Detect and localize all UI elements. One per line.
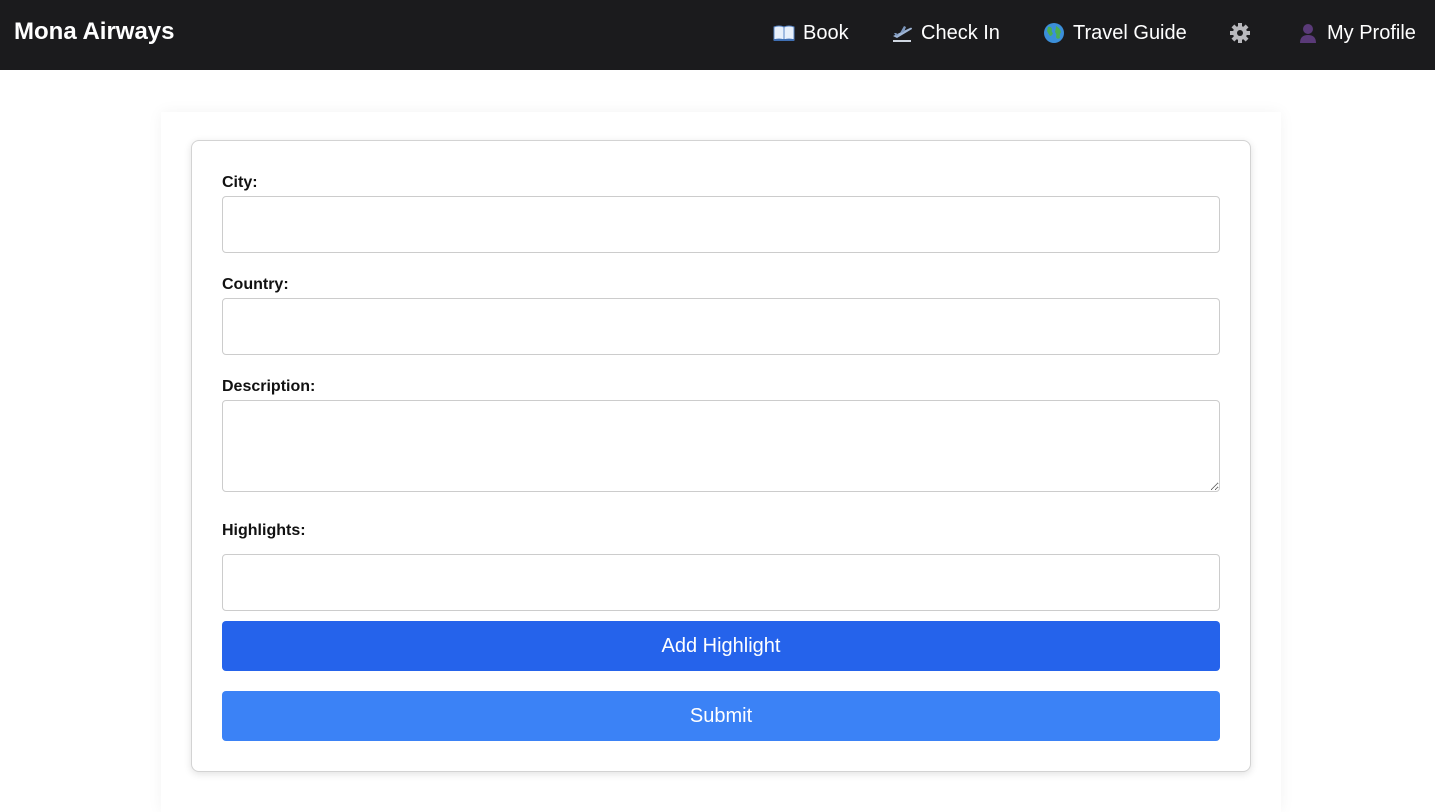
open-book-icon xyxy=(773,22,795,44)
gear-icon xyxy=(1229,22,1251,44)
description-label: Description: xyxy=(222,378,316,395)
nav-check-in-label: Check In xyxy=(921,21,1000,44)
nav-travel-guide[interactable]: Travel Guide xyxy=(1043,19,1187,47)
nav-check-in[interactable]: Check In xyxy=(891,19,1000,47)
city-input[interactable] xyxy=(222,196,1220,253)
nav-book[interactable]: Book xyxy=(773,19,849,47)
nav-my-profile-label: My Profile xyxy=(1327,21,1416,44)
nav-settings[interactable] xyxy=(1229,19,1251,47)
description-textarea[interactable] xyxy=(222,400,1220,492)
city-label: City: xyxy=(222,174,258,191)
globe-icon xyxy=(1043,22,1065,44)
highlights-label: Highlights: xyxy=(222,522,306,539)
submit-button[interactable]: Submit xyxy=(222,691,1220,741)
add-highlight-button[interactable]: Add Highlight xyxy=(222,621,1220,671)
nav-my-profile[interactable]: My Profile xyxy=(1297,19,1416,47)
country-label: Country: xyxy=(222,276,289,293)
country-input[interactable] xyxy=(222,298,1220,355)
user-silhouette-icon xyxy=(1297,22,1319,44)
highlight-input[interactable] xyxy=(222,554,1220,611)
brand-logo-text[interactable]: Mona Airways xyxy=(14,17,175,47)
top-navbar: Mona Airways Book Check In Travel Guide … xyxy=(0,0,1435,70)
nav-book-label: Book xyxy=(803,21,849,44)
airplane-departure-icon xyxy=(891,22,913,44)
nav-travel-guide-label: Travel Guide xyxy=(1073,21,1187,44)
